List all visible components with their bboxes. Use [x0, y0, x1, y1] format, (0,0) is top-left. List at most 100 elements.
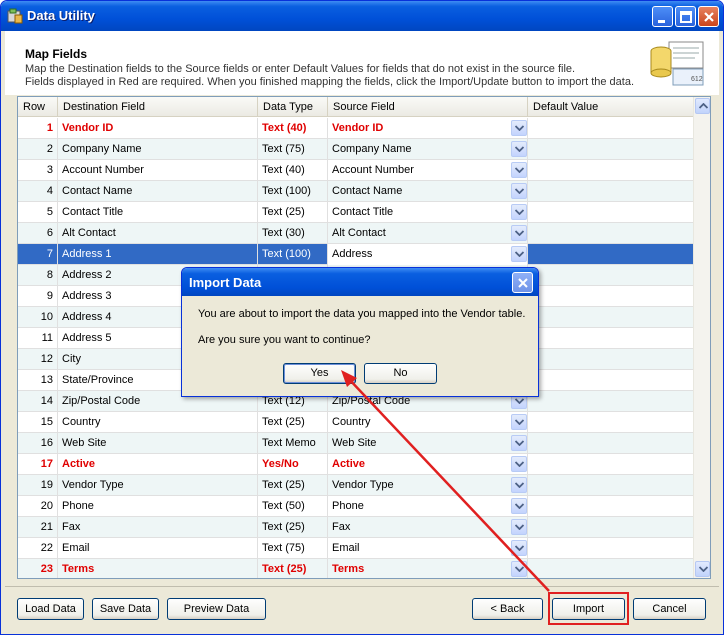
source-field-cell[interactable]: Address	[328, 244, 528, 265]
row-number-cell: 23	[18, 559, 58, 578]
default-value-cell[interactable]	[528, 139, 694, 160]
table-row[interactable]: 20 Phone Text (50) Phone	[18, 496, 694, 517]
column-header-source-field[interactable]: Source Field	[328, 97, 528, 117]
column-header-row[interactable]: Row	[18, 97, 58, 117]
default-value-cell[interactable]	[528, 559, 694, 578]
scroll-up-button[interactable]	[695, 98, 710, 114]
source-field-cell[interactable]: Phone	[328, 496, 528, 517]
default-value-cell[interactable]	[528, 160, 694, 181]
default-value-cell[interactable]	[528, 202, 694, 223]
default-value-cell[interactable]	[528, 223, 694, 244]
save-data-button[interactable]: Save Data	[92, 598, 159, 620]
row-number-cell: 9	[18, 286, 58, 307]
source-field-cell[interactable]: Fax	[328, 517, 528, 538]
source-field-dropdown-button[interactable]	[511, 141, 527, 157]
source-field-dropdown-button[interactable]	[511, 498, 527, 514]
map-fields-header: Map Fields Map the Destination fields to…	[5, 31, 719, 95]
source-field-dropdown-button[interactable]	[511, 456, 527, 472]
default-value-cell[interactable]	[528, 475, 694, 496]
table-row[interactable]: 7 Address 1 Text (100) Address	[18, 244, 694, 265]
back-button[interactable]: < Back	[472, 598, 543, 620]
close-icon	[518, 278, 528, 288]
no-button[interactable]: No	[364, 363, 437, 384]
table-row[interactable]: 4 Contact Name Text (100) Contact Name	[18, 181, 694, 202]
default-value-cell[interactable]	[528, 517, 694, 538]
table-row[interactable]: 16 Web Site Text Memo Web Site	[18, 433, 694, 454]
table-row[interactable]: 17 Active Yes/No Active	[18, 454, 694, 475]
source-field-dropdown-button[interactable]	[511, 246, 527, 262]
column-header-destination-field[interactable]: Destination Field	[58, 97, 258, 117]
table-row[interactable]: 6 Alt Contact Text (30) Alt Contact	[18, 223, 694, 244]
source-field-cell[interactable]: Vendor ID	[328, 118, 528, 139]
minimize-button[interactable]	[652, 6, 673, 27]
default-value-cell[interactable]	[528, 496, 694, 517]
default-value-cell[interactable]	[528, 118, 694, 139]
source-field-cell[interactable]: Account Number	[328, 160, 528, 181]
chevron-down-icon	[515, 524, 524, 530]
default-value-cell[interactable]	[528, 286, 694, 307]
default-value-cell[interactable]	[528, 370, 694, 391]
default-value-cell[interactable]	[528, 328, 694, 349]
data-type-cell: Text (75)	[258, 139, 328, 160]
source-field-dropdown-button[interactable]	[511, 204, 527, 220]
source-field-cell[interactable]: Alt Contact	[328, 223, 528, 244]
table-row[interactable]: 22 Email Text (75) Email	[18, 538, 694, 559]
source-field-dropdown-button[interactable]	[511, 561, 527, 577]
table-row[interactable]: 23 Terms Text (25) Terms	[18, 559, 694, 578]
source-field-dropdown-button[interactable]	[511, 183, 527, 199]
default-value-cell[interactable]	[528, 391, 694, 412]
preview-data-button[interactable]: Preview Data	[167, 598, 266, 620]
load-data-button[interactable]: Load Data	[17, 598, 84, 620]
table-row[interactable]: 1 Vendor ID Text (40) Vendor ID	[18, 118, 694, 139]
vertical-scrollbar[interactable]	[693, 97, 710, 578]
row-number-cell: 14	[18, 391, 58, 412]
chevron-down-icon	[515, 440, 524, 446]
source-field-cell[interactable]: Active	[328, 454, 528, 475]
table-row[interactable]: 3 Account Number Text (40) Account Number	[18, 160, 694, 181]
maximize-button[interactable]	[675, 6, 696, 27]
default-value-cell[interactable]	[528, 307, 694, 328]
source-field-cell[interactable]: Contact Title	[328, 202, 528, 223]
source-field-dropdown-button[interactable]	[511, 120, 527, 136]
dialog-title-bar[interactable]: Import Data	[182, 268, 538, 296]
table-row[interactable]: 19 Vendor Type Text (25) Vendor Type	[18, 475, 694, 496]
table-row[interactable]: 21 Fax Text (25) Fax	[18, 517, 694, 538]
title-bar[interactable]: Data Utility	[1, 1, 723, 31]
table-row[interactable]: 15 Country Text (25) Country	[18, 412, 694, 433]
source-field-dropdown-button[interactable]	[511, 519, 527, 535]
source-field-cell[interactable]: Email	[328, 538, 528, 559]
source-field-dropdown-button[interactable]	[511, 225, 527, 241]
source-field-dropdown-button[interactable]	[511, 435, 527, 451]
source-field-cell[interactable]: Country	[328, 412, 528, 433]
source-field-dropdown-button[interactable]	[511, 540, 527, 556]
default-value-cell[interactable]	[528, 412, 694, 433]
scroll-down-button[interactable]	[695, 561, 710, 577]
default-value-cell[interactable]	[528, 454, 694, 475]
source-field-cell[interactable]: Contact Name	[328, 181, 528, 202]
cancel-button[interactable]: Cancel	[633, 598, 706, 620]
close-button[interactable]	[698, 6, 719, 27]
source-field-cell[interactable]: Company Name	[328, 139, 528, 160]
default-value-cell[interactable]	[528, 181, 694, 202]
row-number-cell: 22	[18, 538, 58, 559]
column-header-data-type[interactable]: Data Type	[258, 97, 328, 117]
column-header-default-value[interactable]: Default Value	[528, 97, 694, 117]
source-field-dropdown-button[interactable]	[511, 162, 527, 178]
default-value-cell[interactable]	[528, 538, 694, 559]
source-field-cell[interactable]: Vendor Type	[328, 475, 528, 496]
table-row[interactable]: 5 Contact Title Text (25) Contact Title	[18, 202, 694, 223]
default-value-cell[interactable]	[528, 265, 694, 286]
dialog-close-button[interactable]	[512, 272, 533, 293]
default-value-cell[interactable]	[528, 244, 694, 265]
row-number-cell: 3	[18, 160, 58, 181]
default-value-cell[interactable]	[528, 349, 694, 370]
source-field-dropdown-button[interactable]	[511, 414, 527, 430]
yes-button[interactable]: Yes	[283, 363, 356, 384]
page-title: Map Fields	[25, 47, 88, 61]
minimize-icon	[658, 20, 665, 23]
source-field-cell[interactable]: Terms	[328, 559, 528, 578]
default-value-cell[interactable]	[528, 433, 694, 454]
table-row[interactable]: 2 Company Name Text (75) Company Name	[18, 139, 694, 160]
source-field-dropdown-button[interactable]	[511, 477, 527, 493]
source-field-cell[interactable]: Web Site	[328, 433, 528, 454]
